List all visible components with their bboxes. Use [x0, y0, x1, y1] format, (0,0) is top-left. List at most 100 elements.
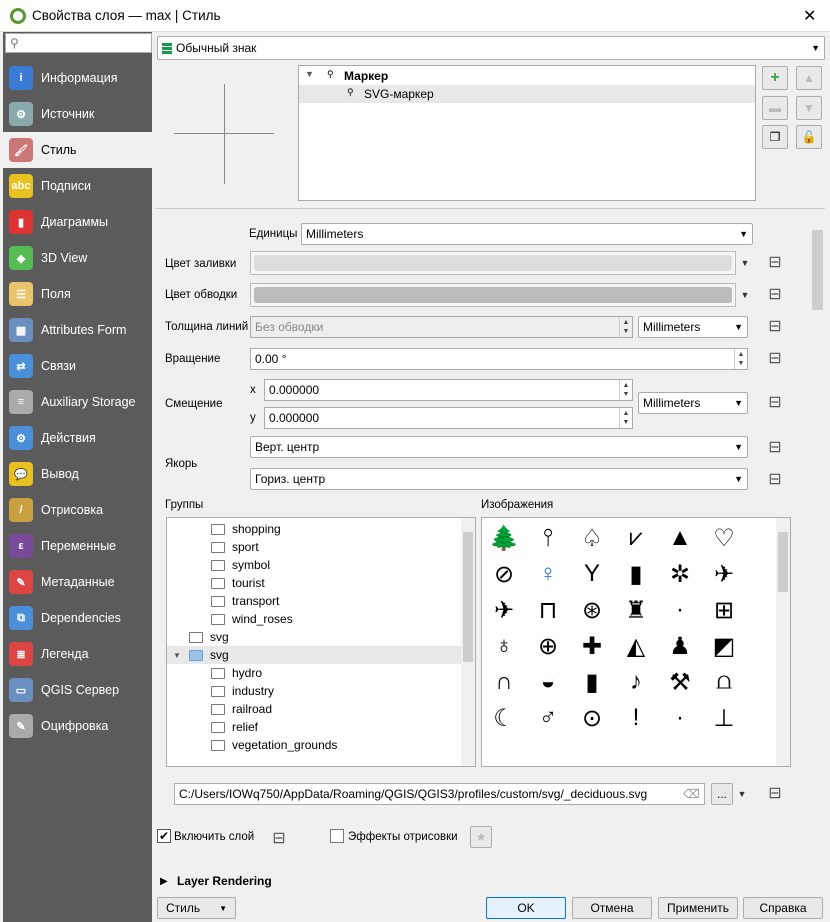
tree-root-marker[interactable]: Маркер	[344, 69, 388, 83]
svg-image-icon[interactable]: ♀	[526, 556, 570, 592]
svg-path-input[interactable]: C:/Users/IOWq750/AppData/Roaming/QGIS/QG…	[174, 783, 705, 805]
sidebar-item-variables[interactable]: ε Переменные	[3, 528, 152, 564]
svg-image-icon[interactable]: ◒	[526, 664, 570, 700]
expand-arrow-icon[interactable]: ▼	[173, 651, 181, 660]
ok-button[interactable]: OK	[486, 897, 566, 919]
svg-image-icon[interactable]: ⊞	[702, 592, 746, 628]
lock-layer-button[interactable]: 🔓	[796, 125, 822, 149]
svg-image-icon[interactable]: ▮	[614, 556, 658, 592]
data-defined-override-icon[interactable]: ⊟	[764, 348, 786, 368]
group-item[interactable]: symbol	[167, 556, 461, 574]
data-defined-override-icon[interactable]: ⊟	[764, 392, 786, 412]
search-input[interactable]: ⚲	[5, 33, 152, 53]
svg-image-icon[interactable]: ⊥	[702, 700, 746, 736]
svg-image-icon[interactable]: ◭	[614, 628, 658, 664]
svg-image-icon[interactable]: ⩍	[702, 664, 746, 700]
group-item[interactable]: ▼ svg	[167, 646, 461, 664]
svg-image-icon[interactable]: 🌲	[482, 520, 526, 556]
svg-image-icon[interactable]: ▮	[570, 664, 614, 700]
expand-arrow-icon[interactable]: ▼	[305, 69, 314, 79]
svg-image-icon[interactable]: ·	[658, 700, 702, 736]
sidebar-item-attributes-form[interactable]: ▦ Attributes Form	[3, 312, 152, 348]
stroke-width-units-select[interactable]: Millimeters ▼	[638, 316, 748, 338]
units-select[interactable]: Millimeters ▼	[301, 223, 753, 245]
remove-layer-button[interactable]: ▬	[762, 96, 788, 120]
images-grid[interactable]: 🌲 ⫯ ♤ ⩗ ▲ ♡ ⊘ ♀ Y ▮ ✲ ✈ ✈ ⊓ ⊛ ♜ · ⊞ ♁ ⊕ ✚ ◭ ♟ ◩ ∩ ◒ ▮ ♪ ⚒ ⩍ ☾ ♂ ⊙! · ⊥	[481, 517, 791, 767]
anchor-vertical-select[interactable]: Верт. центр ▼	[250, 436, 748, 458]
sidebar-item-database[interactable]: ≡ Auxiliary Storage	[3, 384, 152, 420]
clear-icon[interactable]: ⌫	[683, 787, 700, 801]
group-item[interactable]: shopping	[167, 520, 461, 538]
sidebar-item-metadata[interactable]: ✎ Метаданные	[3, 564, 152, 600]
svg-image-icon[interactable]: ☾	[482, 700, 526, 736]
data-defined-override-icon[interactable]: ⊟	[764, 316, 786, 336]
sidebar-item-dependencies[interactable]: ⧉ Dependencies	[3, 600, 152, 636]
sidebar-item-diagrams[interactable]: ▮ Диаграммы	[3, 204, 152, 240]
sidebar-item-tooltip[interactable]: 💬 Вывод	[3, 456, 152, 492]
sidebar-item-source-tools[interactable]: ⚙ Источник	[3, 96, 152, 132]
spin-buttons[interactable]: ▲ ▼	[619, 380, 632, 400]
data-defined-override-icon[interactable]: ⊟	[764, 284, 786, 304]
svg-image-icon[interactable]: ▲	[658, 520, 702, 556]
rotation-input[interactable]: 0.00 ° ▲ ▼	[250, 348, 748, 370]
renderer-select[interactable]: Обычный знак ▼	[157, 36, 825, 60]
stroke-color-button[interactable]	[250, 283, 736, 307]
groups-tree[interactable]: shopping sport symbol tourist transport wind_…	[166, 517, 476, 767]
browse-button[interactable]: ...	[711, 783, 733, 805]
svg-image-icon[interactable]: ✈	[702, 556, 746, 592]
help-button[interactable]: Справка	[743, 897, 823, 919]
svg-image-icon[interactable]: ♂	[526, 700, 570, 736]
offset-units-select[interactable]: Millimeters ▼	[638, 392, 748, 414]
duplicate-layer-button[interactable]: ❐	[762, 125, 788, 149]
sidebar-item-rendering-brush[interactable]: / Отрисовка	[3, 492, 152, 528]
data-defined-override-icon[interactable]: ⊟	[764, 469, 786, 489]
sidebar-item-actions-gear[interactable]: ⚙ Действия	[3, 420, 152, 456]
svg-image-icon[interactable]: !	[614, 700, 658, 736]
offset-x-input[interactable]: 0.000000 ▲ ▼	[264, 379, 633, 401]
svg-image-icon[interactable]: ⊙	[570, 700, 614, 736]
sidebar-item-labels-abc[interactable]: abc Подписи	[3, 168, 152, 204]
svg-image-icon[interactable]: ♡	[702, 520, 746, 556]
svg-image-icon[interactable]: ⊕	[526, 628, 570, 664]
sidebar-item-digitizing[interactable]: ✎ Оцифровка	[3, 708, 152, 744]
offset-y-input[interactable]: 0.000000 ▲ ▼	[264, 407, 633, 429]
spin-buttons[interactable]: ▲ ▼	[734, 349, 747, 369]
style-menu-button[interactable]: Стиль ▼	[157, 897, 236, 919]
browse-dropdown[interactable]: ▼	[733, 784, 751, 804]
close-button[interactable]: ✕	[803, 6, 816, 26]
add-layer-button[interactable]: +	[762, 66, 788, 90]
stroke-width-input[interactable]: Без обводки ▲ ▼	[250, 316, 633, 338]
images-scrollbar[interactable]	[776, 518, 790, 766]
svg-image-icon[interactable]: ⊘	[482, 556, 526, 592]
sidebar-item-legend[interactable]: ≣ Легенда	[3, 636, 152, 672]
expand-arrow-icon[interactable]: ▶	[160, 876, 168, 887]
svg-image-icon[interactable]: ◩	[702, 628, 746, 664]
symbol-layer-tree[interactable]: ▼ ⚲ Маркер ⚲ SVG-маркер	[298, 65, 756, 201]
group-item[interactable]: tourist	[167, 574, 461, 592]
sidebar-item-style-brush[interactable]: 🖌 Стиль	[3, 132, 152, 168]
svg-image-icon[interactable]: ♤	[570, 520, 614, 556]
svg-image-icon[interactable]: ♜	[614, 592, 658, 628]
data-defined-override-icon[interactable]: ⊟	[764, 783, 786, 803]
svg-image-icon[interactable]: Y	[570, 556, 614, 592]
spin-buttons[interactable]: ▲ ▼	[619, 408, 632, 428]
main-scrollbar[interactable]	[810, 210, 825, 860]
svg-image-icon[interactable]: ⚒	[658, 664, 702, 700]
group-item[interactable]: relief	[167, 718, 461, 736]
svg-image-icon[interactable]: ⊓	[526, 592, 570, 628]
svg-image-icon[interactable]: ⩗	[614, 520, 658, 556]
sidebar-item-3d-cube[interactable]: ◆ 3D View	[3, 240, 152, 276]
svg-image-icon[interactable]: ∩	[482, 664, 526, 700]
svg-image-icon[interactable]: ·	[658, 592, 702, 628]
sidebar-item-info[interactable]: i Информация	[3, 60, 152, 96]
layer-rendering-section[interactable]: Layer Rendering	[177, 874, 272, 888]
group-item[interactable]: railroad	[167, 700, 461, 718]
effects-star-button[interactable]: ★	[470, 826, 492, 848]
move-down-button[interactable]: ▼	[796, 96, 822, 120]
fill-color-dropdown[interactable]: ▼	[736, 253, 754, 273]
sidebar-item-server[interactable]: ▭ QGIS Сервер	[3, 672, 152, 708]
svg-image-icon[interactable]: ♪	[614, 664, 658, 700]
svg-image-icon[interactable]: ✚	[570, 628, 614, 664]
group-item[interactable]: wind_roses	[167, 610, 461, 628]
move-up-button[interactable]: ▲	[796, 66, 822, 90]
